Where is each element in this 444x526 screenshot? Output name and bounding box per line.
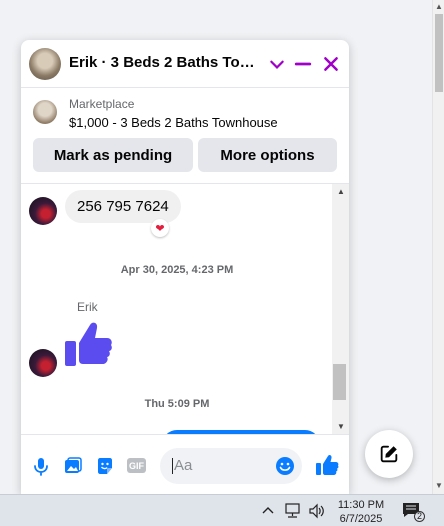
chat-title[interactable]: Erik · 3 Beds 2 Baths Townhouse bbox=[69, 54, 265, 71]
sticker-icon[interactable] bbox=[94, 455, 116, 477]
notification-center-icon[interactable]: 2 bbox=[402, 502, 426, 522]
peer-avatar[interactable] bbox=[29, 349, 57, 377]
microphone-icon[interactable] bbox=[30, 455, 52, 477]
scroll-down-arrow[interactable]: ▼ bbox=[337, 422, 345, 431]
like-button-icon[interactable] bbox=[315, 453, 339, 477]
compose-icon bbox=[380, 445, 398, 463]
page-scrollbar[interactable]: ▲ ▼ bbox=[432, 0, 444, 494]
listing-source: Marketplace bbox=[69, 97, 135, 111]
marketplace-listing-banner: Marketplace $1,000 - 3 Beds 2 Baths Town… bbox=[21, 88, 349, 184]
emoji-icon[interactable] bbox=[275, 456, 295, 476]
scroll-thumb[interactable] bbox=[435, 14, 443, 92]
more-options-button[interactable]: More options bbox=[198, 138, 337, 172]
network-icon[interactable] bbox=[284, 503, 302, 522]
peer-avatar[interactable] bbox=[29, 197, 57, 225]
clock-date: 6/7/2025 bbox=[339, 513, 383, 525]
thumbs-up-sticker-icon[interactable] bbox=[63, 319, 113, 374]
scroll-up-arrow[interactable]: ▲ bbox=[435, 2, 443, 11]
sender-name: Erik bbox=[77, 300, 98, 314]
gif-icon[interactable]: GIF bbox=[127, 458, 146, 473]
message-input[interactable]: Aa bbox=[160, 448, 302, 484]
volume-icon[interactable] bbox=[308, 503, 326, 522]
chat-header: Erik · 3 Beds 2 Baths Townhouse bbox=[21, 40, 349, 88]
message-bubble[interactable]: 256 795 7624 bbox=[65, 190, 181, 223]
contact-avatar[interactable] bbox=[29, 48, 61, 80]
message-timestamp: Apr 30, 2025, 4:23 PM bbox=[120, 264, 234, 276]
scroll-down-arrow[interactable]: ▼ bbox=[435, 481, 443, 490]
message-input-placeholder: Aa bbox=[172, 457, 193, 474]
listing-title[interactable]: $1,000 - 3 Beds 2 Baths Townhouse bbox=[69, 115, 278, 130]
listing-thumbnail[interactable] bbox=[33, 100, 57, 124]
message-scrollbar[interactable]: ▲ ▼ bbox=[332, 184, 349, 434]
new-message-button[interactable] bbox=[365, 430, 413, 478]
chevron-down-icon[interactable] bbox=[265, 52, 289, 76]
windows-taskbar: 11:30 PM 6/7/2025 2 bbox=[0, 494, 444, 526]
clock-time: 11:30 PM bbox=[337, 499, 385, 511]
message-composer: GIF Aa bbox=[21, 434, 349, 494]
photo-icon[interactable] bbox=[62, 455, 84, 477]
notification-count-badge: 2 bbox=[414, 511, 425, 522]
system-clock[interactable]: 11:30 PM 6/7/2025 bbox=[334, 498, 388, 526]
message-list: 256 795 7624 ❤ Apr 30, 2025, 4:23 PM Eri… bbox=[21, 184, 333, 434]
message-timestamp: Thu 5:09 PM bbox=[144, 398, 210, 410]
minimize-icon[interactable] bbox=[291, 52, 315, 76]
close-icon[interactable] bbox=[319, 52, 343, 76]
chevron-up-icon[interactable] bbox=[262, 503, 274, 518]
heart-reaction-icon[interactable]: ❤ bbox=[151, 219, 169, 237]
mark-as-pending-button[interactable]: Mark as pending bbox=[33, 138, 193, 172]
scroll-up-arrow[interactable]: ▲ bbox=[337, 187, 345, 196]
scroll-thumb[interactable] bbox=[333, 364, 346, 400]
chat-window: Erik · 3 Beds 2 Baths Townhouse Marketpl… bbox=[21, 40, 349, 494]
